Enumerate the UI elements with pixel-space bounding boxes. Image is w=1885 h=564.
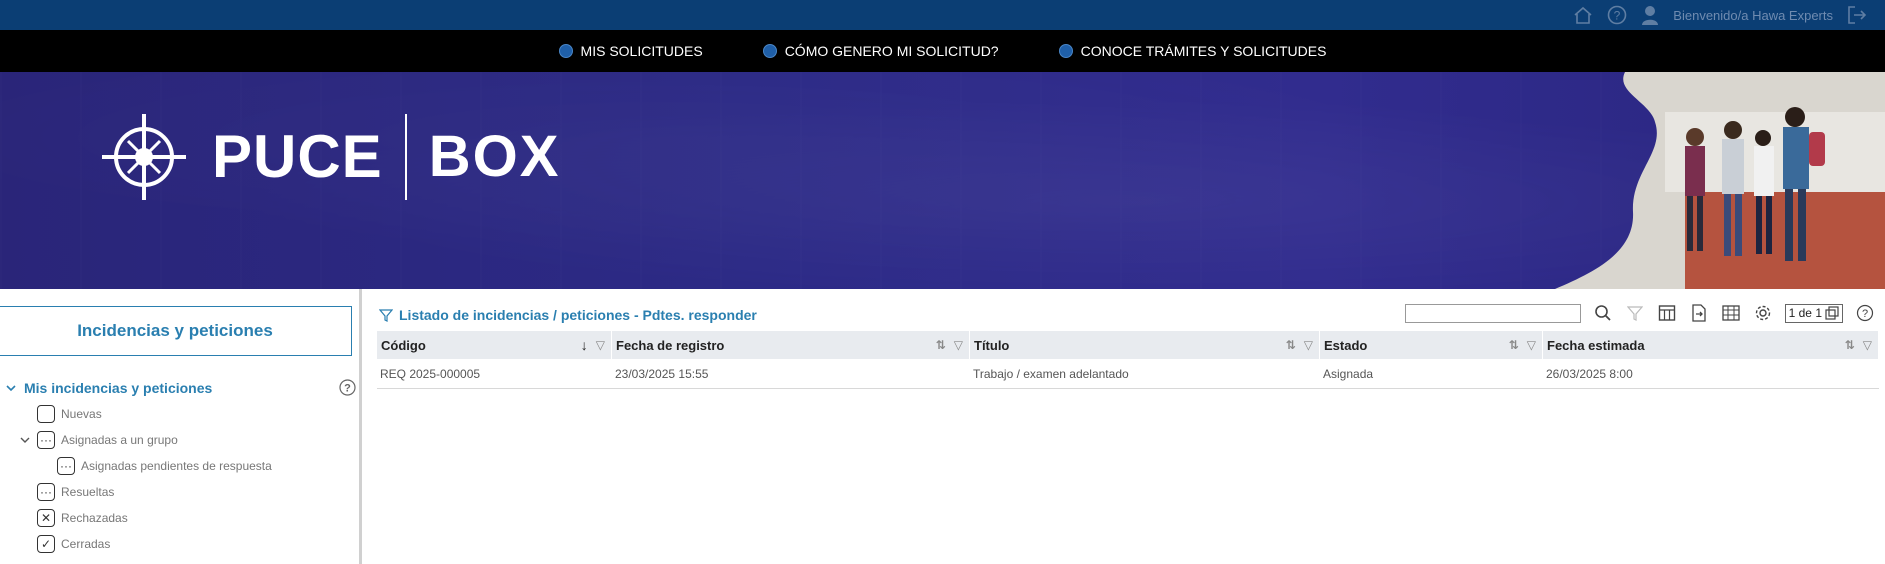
cell-codigo[interactable]: REQ 2025-000005 [377, 359, 612, 389]
tree-item-rechazadas[interactable]: ✕ Rechazadas [0, 505, 362, 531]
x-box-icon: ✕ [37, 509, 55, 527]
category-tree: Mis incidencias y peticiones ? Nuevas ··… [0, 375, 362, 557]
search-icon[interactable] [1593, 303, 1613, 323]
nav-conoce-tramites[interactable]: CONOCE TRÁMITES Y SOLICITUDES [1058, 43, 1327, 59]
filter-icon[interactable]: ▽ [1304, 338, 1313, 352]
puce-emblem-icon [102, 114, 186, 200]
home-icon[interactable] [1573, 6, 1593, 24]
logo-divider [404, 114, 407, 200]
help-icon[interactable]: ? [339, 379, 356, 396]
tree-root-label[interactable]: Mis incidencias y peticiones [24, 380, 212, 396]
tree-item-resueltas[interactable]: ··· Resueltas [0, 479, 362, 505]
tree-item-label: Asignadas a un grupo [61, 433, 178, 447]
main-nav: MIS SOLICITUDES CÓMO GENERO MI SOLICITUD… [0, 30, 1885, 72]
export-icon[interactable] [1689, 303, 1709, 323]
main-panel: Listado de incidencias / peticiones - Pd… [367, 289, 1885, 564]
requests-grid: Código ↓ ▽ Fecha de registro ⇅ ▽ Título ⇅ ▽… [377, 331, 1879, 389]
logout-icon[interactable] [1847, 5, 1867, 25]
welcome-text[interactable]: Bienvenido/a Hawa Experts [1673, 8, 1833, 23]
column-header-titulo[interactable]: Título ⇅ ▽ [970, 331, 1320, 359]
list-title-text: Listado de incidencias / peticiones - Pd… [399, 307, 757, 323]
list-title: Listado de incidencias / peticiones - Pd… [379, 307, 757, 323]
empty-box-icon [37, 405, 55, 423]
filter-icon[interactable]: ▽ [954, 338, 963, 352]
grid-header: Código ↓ ▽ Fecha de registro ⇅ ▽ Título ⇅ ▽… [377, 331, 1879, 359]
pager[interactable]: 1 de 1 [1784, 303, 1843, 323]
column-header-fecha-estimada[interactable]: Fecha estimada ⇅ ▽ [1543, 331, 1879, 359]
nav-label: CÓMO GENERO MI SOLICITUD? [784, 43, 999, 59]
help-icon[interactable]: ? [1607, 5, 1627, 25]
column-header-fecha-registro[interactable]: Fecha de registro ⇅ ▽ [612, 331, 970, 359]
top-bar-actions: ? Bienvenido/a Hawa Experts [1573, 0, 1867, 30]
svg-text:?: ? [1614, 9, 1621, 23]
sort-icon[interactable]: ⇅ [1845, 338, 1855, 352]
globe-icon [558, 44, 573, 58]
ellipsis-box-icon: ··· [57, 457, 75, 475]
filter-icon[interactable] [1625, 303, 1645, 323]
question-icon [762, 44, 777, 58]
help-icon[interactable]: ? [1855, 303, 1875, 323]
sort-icon[interactable]: ⇅ [1286, 338, 1296, 352]
table-row[interactable]: REQ 2025-000005 23/03/2025 15:55 Trabajo… [377, 359, 1879, 389]
svg-text:?: ? [1862, 308, 1868, 320]
chevron-down-icon[interactable] [19, 435, 31, 445]
filter-icon[interactable]: ▽ [1527, 338, 1536, 352]
filter-icon[interactable] [379, 308, 393, 322]
top-bar: ? Bienvenido/a Hawa Experts [0, 0, 1885, 30]
cell-estado[interactable]: Asignada [1320, 359, 1543, 389]
nav-label: CONOCE TRÁMITES Y SOLICITUDES [1080, 43, 1327, 59]
sidebar-title[interactable]: Incidencias y peticiones [0, 306, 352, 356]
tree-item-nuevas[interactable]: Nuevas [0, 401, 362, 427]
user-avatar-icon[interactable] [1641, 5, 1659, 25]
cell-fecha-estimada[interactable]: 26/03/2025 8:00 [1543, 359, 1879, 389]
column-label: Fecha estimada [1547, 337, 1645, 353]
students-photo [1555, 72, 1885, 289]
filter-icon[interactable]: ▽ [1863, 338, 1872, 352]
tree-item-label: Resueltas [61, 485, 115, 499]
copy-icon[interactable] [1825, 306, 1839, 320]
gear-icon[interactable] [1753, 303, 1773, 323]
logo-box-word: BOX [428, 124, 561, 189]
tree-item-label: Cerradas [61, 537, 111, 551]
nav-mis-solicitudes[interactable]: MIS SOLICITUDES [558, 43, 703, 59]
filter-icon[interactable]: ▽ [596, 338, 605, 352]
cell-fecha-registro[interactable]: 23/03/2025 15:55 [612, 359, 970, 389]
tree-item-label: Asignadas pendientes de respuesta [81, 459, 272, 473]
ellipsis-box-icon: ··· [37, 431, 55, 449]
tree-item-cerradas[interactable]: ✓ Cerradas [0, 531, 362, 557]
column-label: Fecha de registro [616, 337, 725, 353]
column-label: Estado [1324, 337, 1368, 353]
svg-text:?: ? [344, 383, 351, 395]
logo-word: PUCE [212, 123, 383, 190]
grid-toolbar: 1 de 1 ? [1404, 301, 1875, 325]
hero-banner: PUCE BOX [0, 72, 1885, 289]
tree-item-asignadas-grupo[interactable]: ··· Asignadas a un grupo [0, 427, 362, 453]
tree-item-asignadas-pendientes[interactable]: ··· Asignadas pendientes de respuesta [0, 453, 362, 479]
puce-box-logo: PUCE BOX [98, 112, 560, 202]
table-icon[interactable] [1721, 303, 1741, 323]
cell-titulo[interactable]: Trabajo / examen adelantado [970, 359, 1320, 389]
sort-icon[interactable]: ⇅ [1509, 338, 1519, 352]
sort-icon[interactable]: ⇅ [936, 338, 946, 352]
info-icon [1058, 44, 1073, 58]
column-header-estado[interactable]: Estado ⇅ ▽ [1320, 331, 1543, 359]
column-label: Código [381, 337, 426, 353]
ellipsis-box-icon: ··· [37, 483, 55, 501]
tree-item-label: Rechazadas [61, 511, 128, 525]
nav-label: MIS SOLICITUDES [580, 43, 703, 59]
column-header-codigo[interactable]: Código ↓ ▽ [377, 331, 612, 359]
tree-item-label: Nuevas [61, 407, 102, 421]
pager-text: 1 de 1 [1788, 306, 1822, 320]
chevron-down-icon[interactable] [6, 383, 16, 393]
nav-como-genero[interactable]: CÓMO GENERO MI SOLICITUD? [762, 43, 999, 59]
sort-desc-icon[interactable]: ↓ [581, 338, 588, 352]
search-input[interactable] [1404, 303, 1581, 323]
left-sidebar: Incidencias y peticiones Mis incidencias… [0, 289, 362, 564]
tree-root[interactable]: Mis incidencias y peticiones ? [0, 375, 362, 401]
column-label: Título [974, 337, 1010, 353]
columns-icon[interactable] [1657, 303, 1677, 323]
check-box-icon: ✓ [37, 535, 55, 553]
